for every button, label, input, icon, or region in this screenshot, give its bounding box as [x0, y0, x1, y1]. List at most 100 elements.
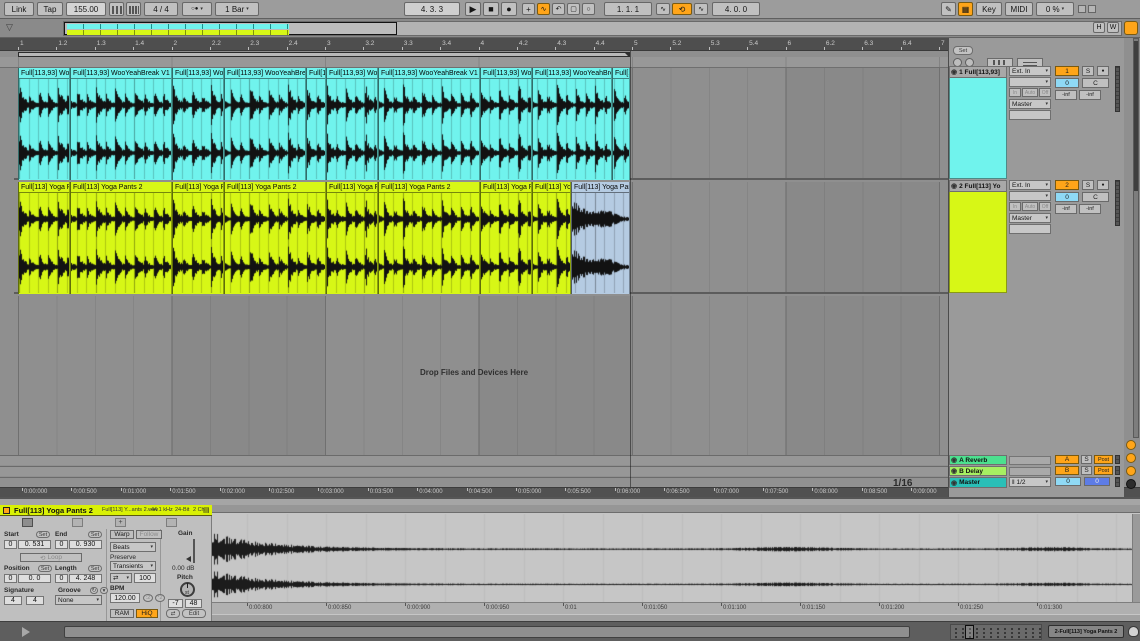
arrangement-clip[interactable]: Full[113,93] WooYeahBrea: [532, 68, 612, 180]
tab-envelope-box[interactable]: [166, 518, 177, 527]
segment-bpm-field[interactable]: 120.00: [110, 593, 140, 603]
return-b-solo-button[interactable]: S: [1081, 466, 1092, 475]
return-a-post-toggle[interactable]: Post: [1094, 455, 1113, 464]
master-pan[interactable]: 0: [1084, 477, 1110, 486]
arrangement-clip[interactable]: Full[113] Yoga Pant: [571, 182, 630, 294]
track-2-volume[interactable]: 0: [1055, 192, 1079, 202]
return-a-name[interactable]: ◉A Reverb: [949, 455, 1007, 465]
track-1-monitor-in[interactable]: In: [1009, 88, 1021, 97]
arrangement-clip[interactable]: Full[113] Yoga Pants 2: [378, 182, 480, 294]
return-track-a-header[interactable]: ◉A Reverb A S Post: [949, 455, 1125, 465]
return-lane-b[interactable]: [0, 466, 948, 476]
position-set-button[interactable]: Set: [38, 565, 52, 572]
track-2-input-channel-chooser[interactable]: ▾: [1009, 191, 1051, 201]
follow-button[interactable]: Follow: [136, 530, 162, 539]
master-lane[interactable]: [0, 477, 948, 487]
time-signature-field[interactable]: 4 / 4: [144, 2, 178, 16]
gain-slider-handle[interactable]: [186, 556, 191, 562]
return-a-send-button[interactable]: A: [1055, 455, 1079, 464]
track-2-input-chooser[interactable]: Ext. In▾: [1009, 180, 1051, 190]
groove-chooser[interactable]: None▾: [55, 595, 102, 605]
track-lane-1[interactable]: Full[113,93] WooYeFull[113,93] WooYeahBr…: [14, 68, 948, 180]
track-2-output-chooser[interactable]: Master▾: [1009, 213, 1051, 223]
start-bars-field[interactable]: 0: [4, 540, 17, 549]
signature-numerator-field[interactable]: 4: [4, 596, 22, 605]
sample-display[interactable]: 0:00:8000:00:8500:00:9000:00:9500:010:01…: [212, 505, 1140, 623]
arrangement-clip[interactable]: Full[113] Yog: [532, 182, 571, 294]
arrangement-clip[interactable]: Full[113] Yoga Pants 2: [70, 182, 172, 294]
track-2-activator[interactable]: 2: [1055, 180, 1079, 190]
key-map-button[interactable]: Key: [976, 2, 1002, 16]
track-1-arm-button[interactable]: ●: [1097, 66, 1109, 76]
end-value-field[interactable]: 0. 930: [69, 540, 102, 549]
track-2-solo-button[interactable]: S: [1082, 180, 1094, 190]
arrangement-clip[interactable]: Full[1: [306, 68, 326, 180]
tab-sample-box[interactable]: +: [115, 518, 126, 527]
clip-title-bar[interactable]: Full[113] Yoga Pants 2 Full[113] Y...ant…: [0, 505, 212, 516]
beat-time-ruler[interactable]: 11.21.31.422.22.32.433.23.33.444.24.34.4…: [0, 38, 948, 51]
return-lane-a[interactable]: [0, 455, 948, 465]
link-button[interactable]: Link: [4, 2, 34, 16]
bpm-half-button[interactable]: :2: [143, 594, 153, 602]
track-1-output-channel-chooser[interactable]: [1009, 110, 1051, 120]
current-clip-badge[interactable]: 2-Full[113] Yoga Pants 2: [1048, 625, 1124, 638]
return-a-solo-button[interactable]: S: [1081, 455, 1092, 464]
track-2-monitor-in[interactable]: In: [1009, 202, 1021, 211]
capture-midi-button[interactable]: ▢: [567, 3, 580, 15]
signature-denominator-field[interactable]: 4: [26, 596, 44, 605]
browser-toggle-icon[interactable]: ▽: [6, 22, 13, 33]
fold-icon[interactable]: ◉: [951, 68, 957, 76]
vertical-scrollbar[interactable]: [1133, 38, 1139, 438]
track-2-name[interactable]: ◉2 Full[113] Yo: [949, 180, 1007, 192]
length-set-button[interactable]: Set: [88, 565, 102, 572]
arrangement-overview[interactable]: [63, 21, 1122, 36]
play-button[interactable]: ▶: [465, 2, 481, 16]
length-bars-field[interactable]: 0: [55, 574, 68, 583]
track-1-monitor-off[interactable]: Off: [1039, 88, 1051, 97]
arrangement-clip[interactable]: Full[113] Yoga Pant: [480, 182, 532, 294]
bpm-double-button[interactable]: *2: [155, 594, 165, 602]
computer-midi-keyboard-button[interactable]: ▦: [958, 2, 973, 16]
return-a-field[interactable]: [1009, 456, 1051, 465]
track-1-output-chooser[interactable]: Master▾: [1009, 99, 1051, 109]
midi-map-button[interactable]: MIDI: [1005, 2, 1033, 16]
arrangement-clip[interactable]: Full[113] Yoga Pant: [172, 182, 224, 294]
arrangement-clip[interactable]: Full[113,93] WooYe: [18, 68, 70, 180]
track-1-volume[interactable]: 0: [1055, 78, 1079, 88]
returns-show-toggle[interactable]: [1126, 466, 1136, 476]
track-width-button[interactable]: W: [1107, 22, 1119, 33]
tab-launch-box[interactable]: [72, 518, 83, 527]
stop-button[interactable]: ■: [483, 2, 499, 16]
tempo-field[interactable]: 155.00: [66, 2, 106, 16]
sample-waveform[interactable]: [212, 514, 1132, 602]
io-show-toggle[interactable]: [1126, 440, 1136, 450]
track-1-input-chooser[interactable]: Ext. In▾: [1009, 66, 1051, 76]
warp-mode-chooser[interactable]: Beats▾: [110, 542, 156, 552]
arrangement-clip[interactable]: Full[113,93] WooYeahBreak V1 1: [70, 68, 172, 180]
quantize-menu[interactable]: 1 Bar▾: [215, 2, 259, 16]
tap-tempo-button[interactable]: Tap: [37, 2, 63, 16]
return-b-post-toggle[interactable]: Post: [1094, 466, 1113, 475]
loop-button[interactable]: ⟲: [672, 3, 692, 15]
automation-arm-button[interactable]: ∿: [537, 3, 550, 15]
return-b-send-button[interactable]: B: [1055, 466, 1079, 475]
arrangement-clip[interactable]: Full[113,93] WooYeahBreak V1 1: [378, 68, 480, 180]
arrangement-clip[interactable]: Full[113,93] WooYe: [172, 68, 224, 180]
transient-envelope-field[interactable]: 100: [134, 573, 156, 583]
arrangement-clip[interactable]: Full[1: [612, 68, 630, 180]
hiq-button[interactable]: HiQ: [136, 609, 158, 618]
overview-viewport[interactable]: [64, 22, 397, 35]
track-1-input-channel-chooser[interactable]: ▾: [1009, 77, 1051, 87]
notification-lamp-icon[interactable]: [1128, 626, 1139, 637]
track-header-1[interactable]: ◉1 Full[113,93] Ext. In▾ ▾ In Auto Off M…: [949, 66, 1125, 180]
track-2-monitor-off[interactable]: Off: [1039, 202, 1051, 211]
arrangement-menu-icon[interactable]: [1124, 21, 1138, 35]
arrangement-position-field[interactable]: 4. 3. 3: [404, 2, 460, 16]
loop-toggle-button[interactable]: ⟲Loop: [20, 553, 82, 562]
sample-overview-strip[interactable]: [212, 505, 1140, 513]
track-2-output-channel-chooser[interactable]: [1009, 224, 1051, 234]
master-cue-chooser[interactable]: ‖ 1/2▾: [1009, 477, 1051, 487]
transients-chooser[interactable]: Transients▾: [110, 561, 156, 571]
midi-note-grid[interactable]: [950, 624, 1042, 640]
track-1-monitor-auto[interactable]: Auto: [1022, 88, 1038, 97]
